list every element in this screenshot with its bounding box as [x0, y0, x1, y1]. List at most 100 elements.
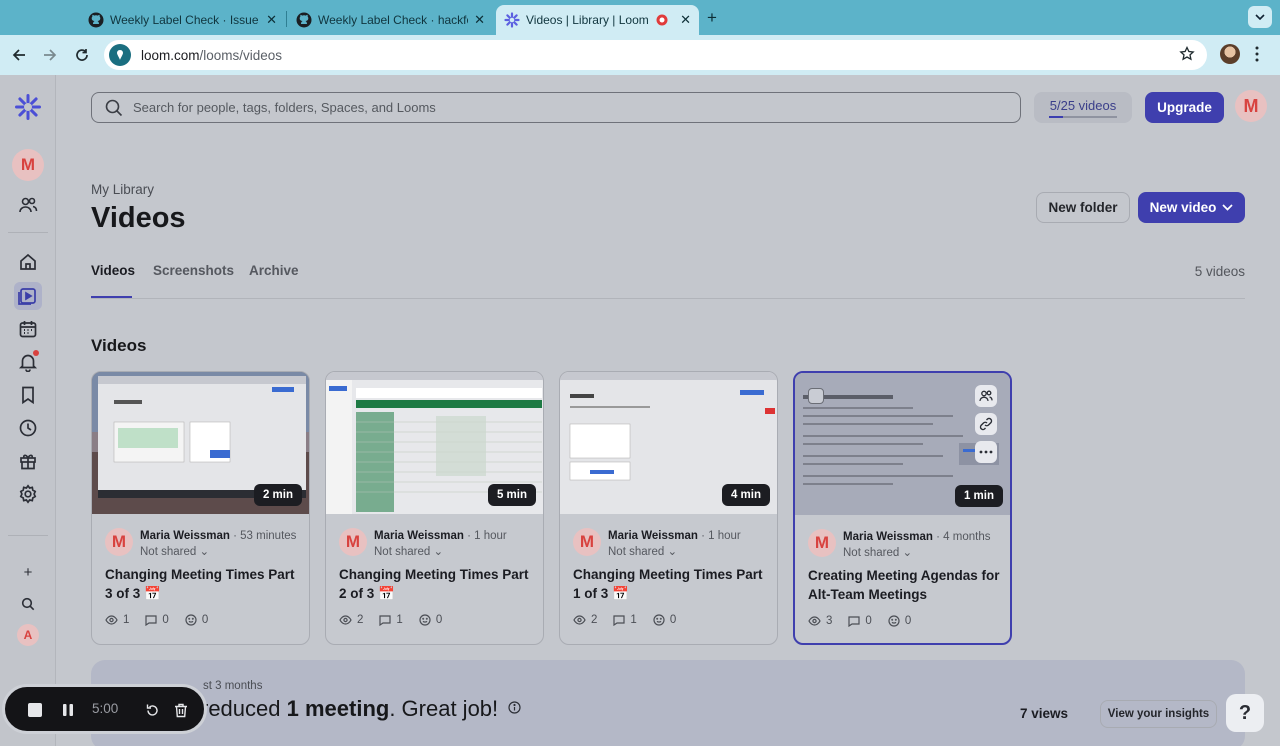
loom-logo-icon[interactable] [14, 93, 42, 121]
quota-progress-fill [1049, 115, 1063, 118]
forward-icon[interactable] [40, 45, 60, 65]
quota-label: 5/25 videos [1049, 97, 1117, 113]
video-quota-indicator[interactable]: 5/25 videos [1034, 92, 1132, 123]
video-thumbnail[interactable]: 2 min [92, 372, 309, 514]
video-card[interactable]: 2 min M Maria Weissman · 53 minutes Not … [91, 371, 310, 645]
search-icon[interactable] [14, 590, 42, 618]
pause-icon[interactable] [58, 700, 78, 720]
tab-videos[interactable]: Videos [91, 263, 135, 278]
close-tab-icon[interactable]: ✕ [474, 12, 485, 28]
reactions-emoji-icon [185, 614, 197, 626]
gift-icon[interactable] [14, 447, 42, 475]
search-icon [105, 99, 123, 116]
browser-menu-icon[interactable] [1254, 45, 1260, 63]
people-icon[interactable] [14, 191, 42, 219]
upgrade-button[interactable]: Upgrade [1145, 92, 1224, 123]
info-icon[interactable] [508, 701, 521, 714]
loom-icon [504, 12, 520, 28]
sidebar-divider [8, 535, 48, 536]
search-bar[interactable]: Search for people, tags, folders, Spaces… [91, 92, 1021, 123]
restart-icon[interactable] [142, 700, 162, 720]
tab-separator [286, 11, 287, 27]
tab-title: Weekly Label Check · Issue # [110, 13, 260, 27]
insights-message: reduced 1 meeting. Great job! [201, 696, 521, 722]
duration-badge: 4 min [721, 484, 770, 506]
tab-screenshots[interactable]: Screenshots [153, 263, 234, 278]
author-avatar: M [808, 529, 836, 557]
delete-trash-icon[interactable] [171, 700, 191, 720]
author-avatar: M [105, 528, 133, 556]
new-video-button[interactable]: New video [1138, 192, 1245, 223]
settings-gear-icon[interactable] [14, 480, 42, 508]
video-thumbnail[interactable]: 5 min [326, 372, 543, 514]
tab-search-button[interactable] [1248, 6, 1272, 28]
back-icon[interactable] [9, 45, 29, 65]
browser-tab-2[interactable]: Weekly Label Check · hackfo ✕ [288, 5, 493, 35]
stop-recording-icon[interactable] [25, 700, 45, 720]
sharing-status-dropdown[interactable]: Not shared ⌄ [140, 544, 209, 558]
sharing-status-dropdown[interactable]: Not shared ⌄ [374, 544, 443, 558]
notifications-bell-icon[interactable] [14, 348, 42, 376]
help-button[interactable]: ? [1226, 694, 1264, 732]
calendar-icon[interactable] [14, 315, 42, 343]
copy-link-icon[interactable] [975, 413, 997, 435]
bookmark-star-icon[interactable] [1179, 46, 1195, 62]
views-eye-icon [339, 615, 352, 625]
video-thumbnail[interactable]: 4 min [560, 372, 777, 514]
site-info-icon[interactable] [109, 44, 131, 66]
share-people-icon[interactable] [975, 385, 997, 407]
new-tab-icon[interactable]: + [707, 8, 717, 28]
notification-dot [33, 350, 39, 356]
video-thumbnail[interactable]: 1 min [795, 373, 1010, 515]
library-icon[interactable] [14, 282, 42, 310]
add-icon[interactable]: + [14, 558, 42, 586]
video-count: 5 videos [1194, 264, 1245, 279]
author-line: Maria Weissman · 53 minutes [140, 530, 297, 542]
browser-tab-3-active[interactable]: Videos | Library | Loom ✕ [496, 5, 699, 35]
address-bar[interactable]: loom.com/looms/videos [104, 40, 1207, 70]
author-line: Maria Weissman · 1 hour [608, 530, 741, 542]
video-card[interactable]: 5 min M Maria Weissman · 1 hour Not shar… [325, 371, 544, 645]
reload-icon[interactable] [72, 45, 92, 65]
close-tab-icon[interactable]: ✕ [266, 12, 277, 28]
duration-badge: 5 min [487, 484, 536, 506]
author-line: Maria Weissman · 4 months [843, 531, 991, 543]
view-insights-button[interactable]: View your insights [1100, 700, 1217, 728]
comments-icon [379, 614, 392, 626]
home-icon[interactable] [14, 248, 42, 276]
history-clock-icon[interactable] [14, 414, 42, 442]
video-title[interactable]: Creating Meeting Agendas for Alt-Team Me… [808, 566, 1004, 604]
browser-tab-strip: Weekly Label Check · Issue # ✕ Weekly La… [0, 0, 1280, 35]
tab-title: Weekly Label Check · hackfo [318, 13, 468, 27]
browser-toolbar: loom.com/looms/videos [0, 35, 1280, 75]
video-card[interactable]: 4 min M Maria Weissman · 1 hour Not shar… [559, 371, 778, 645]
sharing-status-dropdown[interactable]: Not shared ⌄ [843, 545, 912, 559]
video-stats: 3 0 0 [808, 615, 911, 627]
video-stats: 1 0 0 [105, 614, 208, 626]
video-title[interactable]: Changing Meeting Times Part 1 of 3 📅 [573, 565, 769, 603]
new-folder-button[interactable]: New folder [1036, 192, 1130, 223]
more-options-icon[interactable] [975, 441, 997, 463]
video-card[interactable]: 1 min M Maria Weissman · 4 months Not sh… [793, 371, 1012, 645]
select-checkbox[interactable] [808, 388, 824, 404]
browser-tab-1[interactable]: Weekly Label Check · Issue # ✕ [80, 5, 285, 35]
video-title[interactable]: Changing Meeting Times Part 2 of 3 📅 [339, 565, 535, 603]
workspace-avatar[interactable]: M [12, 149, 44, 181]
bookmark-icon[interactable] [14, 381, 42, 409]
close-tab-icon[interactable]: ✕ [680, 12, 691, 28]
insights-period: st 3 months [203, 680, 263, 692]
account-avatar[interactable]: A [17, 624, 39, 646]
tab-archive[interactable]: Archive [249, 263, 299, 278]
tabs-divider [91, 298, 1245, 299]
video-stats: 2 1 0 [573, 614, 676, 626]
comments-icon [613, 614, 626, 626]
loom-app: M + A Search for people, tags, folders, … [0, 75, 1280, 746]
comments-icon [145, 614, 158, 626]
browser-profile-avatar[interactable] [1220, 44, 1240, 64]
user-avatar[interactable]: M [1235, 90, 1267, 122]
breadcrumb[interactable]: My Library [91, 182, 154, 197]
sharing-status-dropdown[interactable]: Not shared ⌄ [608, 544, 677, 558]
chevron-down-icon [1255, 14, 1265, 20]
left-sidebar: M + A [0, 75, 56, 746]
video-title[interactable]: Changing Meeting Times Part 3 of 3 📅 [105, 565, 301, 603]
